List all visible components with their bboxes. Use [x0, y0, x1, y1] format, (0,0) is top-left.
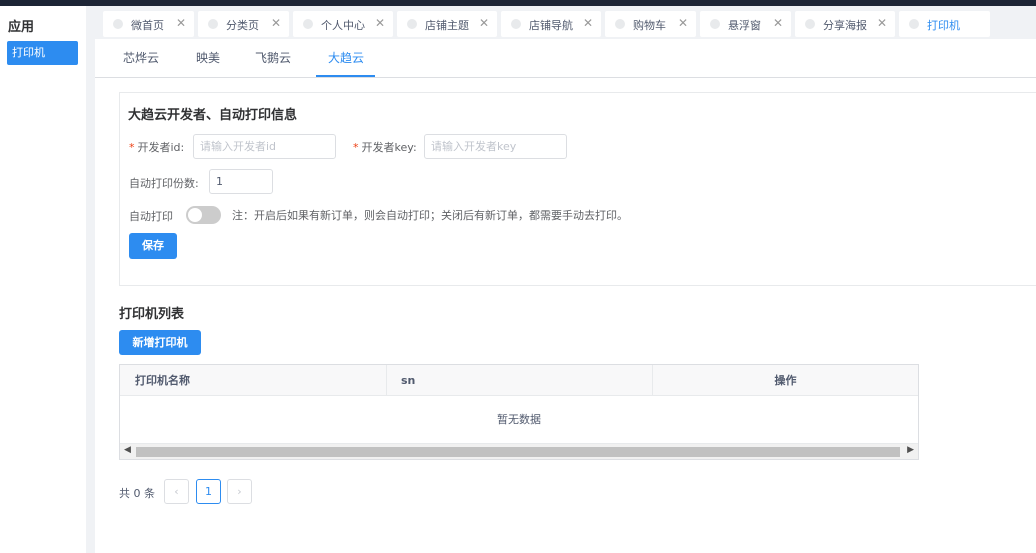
main-content: 微首页 ✕ 分类页 ✕ 个人中心 ✕ 店铺主题 ✕ 店铺导航 ✕ 购物车 ✕ 悬浮窗 ✕ 分享…	[95, 6, 1036, 553]
tab-floating-window[interactable]: 悬浮窗 ✕	[700, 11, 791, 37]
tab-dot-icon	[113, 19, 123, 29]
tab-cart[interactable]: 购物车 ✕	[605, 11, 696, 37]
close-icon[interactable]: ✕	[583, 16, 593, 30]
required-mark: *	[129, 141, 135, 154]
tab-dot-icon	[710, 19, 720, 29]
dev-id-input[interactable]	[193, 134, 336, 159]
add-printer-button[interactable]: 新增打印机	[119, 330, 201, 355]
tab-category[interactable]: 分类页 ✕	[198, 11, 289, 37]
dev-id-label: * 开发者id:	[129, 141, 185, 154]
subtab-feie[interactable]: 飞鹅云	[255, 49, 291, 66]
settings-card: 大趋云开发者、自动打印信息 *开发者id: *开发者key: 自动打印份数: 自…	[119, 92, 1036, 286]
dev-key-label: * 开发者key:	[353, 141, 417, 154]
auto-print-note: 注：开启后如果有新订单，则会自动打印；关闭后有新订单，都需要手动去打印。	[232, 209, 628, 222]
page-button-current[interactable]: 1	[196, 479, 221, 504]
tab-home[interactable]: 微首页 ✕	[103, 11, 194, 37]
tab-dot-icon	[805, 19, 815, 29]
close-icon[interactable]: ✕	[176, 16, 186, 30]
scroll-left-icon[interactable]: ◀	[124, 445, 131, 455]
tab-store-theme[interactable]: 店铺主题 ✕	[397, 11, 497, 37]
save-button[interactable]: 保存	[129, 233, 177, 259]
tab-label: 分享海报	[823, 19, 867, 32]
close-icon[interactable]: ✕	[877, 16, 887, 30]
switch-knob	[188, 208, 202, 222]
empty-table-text: 暂无数据	[497, 413, 541, 426]
settings-title: 大趋云开发者、自动打印信息	[128, 108, 298, 123]
close-icon[interactable]: ✕	[479, 16, 489, 30]
dev-key-input[interactable]	[424, 134, 567, 159]
subtab-xinye[interactable]: 芯烨云	[123, 49, 159, 66]
tab-dot-icon	[303, 19, 313, 29]
close-icon[interactable]: ✕	[773, 16, 783, 30]
prev-page-button[interactable]: ‹	[164, 479, 189, 504]
tab-profile[interactable]: 个人中心 ✕	[293, 11, 393, 37]
sidebar-item-printer[interactable]: 打印机	[7, 41, 78, 65]
column-header-sn: sn	[387, 365, 653, 396]
subtab-daqu[interactable]: 大趋云	[328, 49, 364, 66]
printer-list-title: 打印机列表	[119, 307, 185, 322]
required-mark: *	[353, 141, 359, 154]
printer-vendor-tabs: 芯烨云 映美 飞鹅云 大趋云	[95, 39, 1036, 78]
tab-dot-icon	[208, 19, 218, 29]
tab-label: 店铺主题	[425, 19, 469, 32]
page-tab-bar: 微首页 ✕ 分类页 ✕ 个人中心 ✕ 店铺主题 ✕ 店铺导航 ✕ 购物车 ✕ 悬浮窗 ✕ 分享…	[95, 6, 1036, 39]
tab-label: 微首页	[131, 19, 164, 32]
tab-label: 个人中心	[321, 19, 365, 32]
horizontal-scrollbar[interactable]: ◀ ▶	[120, 443, 918, 459]
scroll-right-icon[interactable]: ▶	[907, 445, 914, 455]
printer-table: 打印机名称 sn 操作 暂无数据 ◀ ▶	[119, 364, 919, 460]
tab-share-poster[interactable]: 分享海报 ✕	[795, 11, 895, 37]
next-page-button[interactable]: ›	[227, 479, 252, 504]
tab-printer[interactable]: 打印机	[899, 11, 990, 37]
subtab-yingmei[interactable]: 映美	[196, 49, 220, 66]
tab-label: 购物车	[633, 19, 666, 32]
tab-label: 悬浮窗	[728, 19, 761, 32]
scrollbar-thumb[interactable]	[136, 447, 900, 457]
tab-dot-icon	[909, 19, 919, 29]
auto-print-label: 自动打印	[129, 210, 173, 223]
sidebar: 应用 打印机	[0, 6, 86, 553]
tab-dot-icon	[615, 19, 625, 29]
tab-dot-icon	[407, 19, 417, 29]
copies-label: 自动打印份数:	[129, 177, 199, 190]
copies-input[interactable]	[209, 169, 273, 194]
column-header-name: 打印机名称	[120, 365, 387, 396]
pagination-total: 共 0 条	[119, 487, 155, 500]
close-icon[interactable]: ✕	[678, 16, 688, 30]
tab-dot-icon	[511, 19, 521, 29]
tab-store-nav[interactable]: 店铺导航 ✕	[501, 11, 601, 37]
chevron-left-icon: ‹	[174, 485, 179, 498]
sidebar-gap	[86, 6, 95, 553]
tab-label: 打印机	[927, 19, 960, 32]
close-icon[interactable]: ✕	[375, 16, 385, 30]
active-tab-underline	[316, 75, 375, 77]
chevron-right-icon: ›	[237, 485, 242, 498]
sidebar-title: 应用	[8, 20, 35, 35]
tab-label: 分类页	[226, 19, 259, 32]
tab-label: 店铺导航	[529, 19, 573, 32]
close-icon[interactable]: ✕	[271, 16, 281, 30]
column-header-actions: 操作	[653, 365, 918, 396]
auto-print-switch[interactable]	[186, 206, 221, 224]
